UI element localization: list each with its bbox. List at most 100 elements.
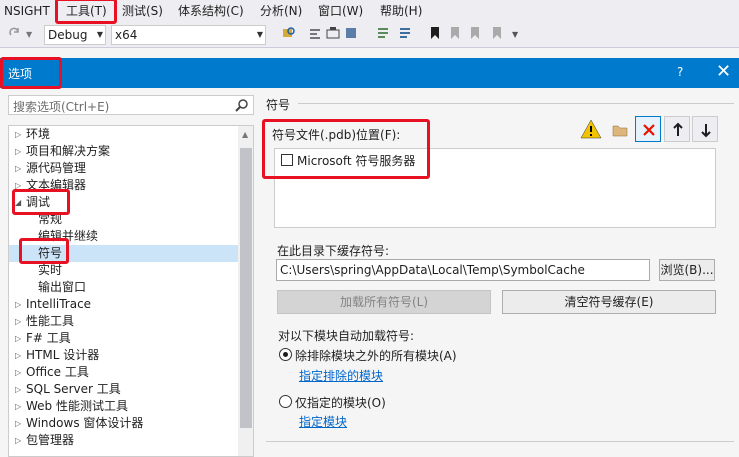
tree-item-just-in-time[interactable]: 实时 <box>9 262 239 279</box>
expand-arrow-icon[interactable]: ▷ <box>15 160 21 177</box>
menu-help[interactable]: 帮助(H) <box>380 3 422 19</box>
all-but-excluded-radio[interactable] <box>279 348 292 361</box>
expand-arrow-icon[interactable]: ▷ <box>15 330 21 347</box>
menu-analyze[interactable]: 分析(N) <box>260 3 302 19</box>
move-up-button[interactable] <box>664 116 690 142</box>
close-button[interactable]: ✕ <box>716 61 731 82</box>
align-icon[interactable] <box>308 26 322 40</box>
tree-item-label: IntelliTrace <box>26 297 92 311</box>
platform-value: x64 <box>115 28 138 42</box>
uncomment-icon[interactable] <box>398 26 412 40</box>
tree-item-office-tools[interactable]: ▷ Office 工具 <box>9 364 239 381</box>
annotation-box <box>262 119 430 179</box>
help-button[interactable]: ? <box>677 65 683 79</box>
tree-item-label: SQL Server 工具 <box>26 382 121 396</box>
next-bookmark-icon[interactable] <box>468 26 482 40</box>
comment-icon[interactable] <box>376 26 390 40</box>
only-specified-label: 仅指定的模块(O) <box>295 396 386 410</box>
move-down-button[interactable] <box>692 116 718 142</box>
tree-item-label: Web 性能测试工具 <box>26 399 128 413</box>
bookmark-icon[interactable] <box>428 26 442 40</box>
tree-item-label: 输出窗口 <box>38 280 87 294</box>
toolbar: ▼ Debug ▼ x64 ▼ ▼ <box>0 22 739 48</box>
tree-item-label: F# 工具 <box>26 331 71 345</box>
expand-arrow-icon[interactable]: ▷ <box>15 347 21 364</box>
tree-item-environment[interactable]: ▷ 环境 <box>9 126 239 143</box>
load-all-symbols-button[interactable]: 加载所有符号(L) <box>277 290 491 314</box>
expand-arrow-icon[interactable]: ▷ <box>15 415 21 432</box>
specify-modules-link[interactable]: 指定模块 <box>299 413 347 430</box>
tree-item-label: 实时 <box>38 263 63 277</box>
expand-arrow-icon[interactable]: ▷ <box>15 432 21 449</box>
tree-item-label: 项目和解决方案 <box>26 144 111 158</box>
menu-test[interactable]: 测试(S) <box>122 3 163 19</box>
annotation-box <box>0 57 62 89</box>
arrow-up-icon <box>673 122 683 136</box>
menu-architecture[interactable]: 体系结构(C) <box>178 3 244 19</box>
tree-item-label: Windows 窗体设计器 <box>26 416 144 430</box>
arrow-down-icon <box>701 124 711 138</box>
tree-item-output-window[interactable]: 输出窗口 <box>9 279 239 296</box>
tree-item-fsharp-tools[interactable]: ▷ F# 工具 <box>9 330 239 347</box>
new-folder-icon <box>612 125 628 137</box>
only-specified-radio[interactable] <box>279 395 292 408</box>
tree-item-label: Office 工具 <box>26 365 89 379</box>
tree-item-label: HTML 设计器 <box>26 348 100 362</box>
tree-item-source-control[interactable]: ▷ 源代码管理 <box>9 160 239 177</box>
tree-item-label: 包管理器 <box>26 433 75 447</box>
prev-bookmark-icon[interactable] <box>448 26 462 40</box>
region-icon[interactable] <box>326 26 340 40</box>
redo-icon[interactable] <box>8 26 22 40</box>
add-location-button[interactable] <box>606 116 632 142</box>
browse-button[interactable]: 浏览(B)... <box>659 259 715 281</box>
expand-arrow-icon[interactable]: ▷ <box>15 126 21 143</box>
dialog-title-bar: 选项 ? ✕ <box>0 58 739 88</box>
tree-item-label: 性能工具 <box>26 314 75 328</box>
cache-dir-label: 在此目录下缓存符号: <box>277 244 390 258</box>
auto-load-label: 对以下模块自动加载符号: <box>278 329 415 343</box>
all-but-excluded-label: 除排除模块之外的所有模块(A) <box>295 349 457 363</box>
clear-symbol-cache-button[interactable]: 清空符号缓存(E) <box>502 290 716 314</box>
tree-item-winforms-designer[interactable]: ▷ Windows 窗体设计器 <box>9 415 239 432</box>
tree-item-html-designer[interactable]: ▷ HTML 设计器 <box>9 347 239 364</box>
tree-item-performance-tools[interactable]: ▷ 性能工具 <box>9 313 239 330</box>
redo-dropdown-icon[interactable]: ▼ <box>26 30 32 39</box>
menu-window[interactable]: 窗口(W) <box>318 3 363 19</box>
tree-scrollbar[interactable]: ▲ <box>238 126 253 456</box>
config-combo[interactable]: Debug ▼ <box>44 25 106 45</box>
radio-selected-dot <box>283 352 288 357</box>
tree-item-projects[interactable]: ▷ 项目和解决方案 <box>9 143 239 160</box>
search-icon <box>235 99 248 112</box>
options-tree: ▷ 环境 ▷ 项目和解决方案 ▷ 源代码管理 ▷ 文本编辑器 ◢ 调试 常规 编辑并继续 … <box>8 125 254 457</box>
scroll-up-icon[interactable]: ▲ <box>242 130 248 139</box>
find-icon[interactable] <box>282 26 296 40</box>
tree-item-web-perf-tools[interactable]: ▷ Web 性能测试工具 <box>9 398 239 415</box>
section-title: 符号 <box>266 98 291 112</box>
platform-combo[interactable]: x64 ▼ <box>111 25 266 45</box>
remove-location-button[interactable] <box>635 116 661 142</box>
specify-excluded-link[interactable]: 指定排除的模块 <box>299 367 383 384</box>
tree-item-label: 环境 <box>26 127 51 141</box>
search-input[interactable]: 搜索选项(Ctrl+E) <box>8 95 254 115</box>
config-value: Debug <box>48 28 88 42</box>
expand-arrow-icon[interactable]: ▷ <box>15 313 21 330</box>
annotation-box <box>19 238 69 264</box>
expand-arrow-icon[interactable]: ▷ <box>15 364 21 381</box>
search-placeholder: 搜索选项(Ctrl+E) <box>13 100 110 114</box>
expand-arrow-icon[interactable]: ▷ <box>15 381 21 398</box>
menu-nsight[interactable]: NSIGHT <box>4 3 50 19</box>
tree-item-sql-server-tools[interactable]: ▷ SQL Server 工具 <box>9 381 239 398</box>
expand-arrow-icon[interactable]: ▷ <box>15 296 21 313</box>
expand-arrow-icon[interactable]: ▷ <box>15 143 21 160</box>
clear-bookmarks-icon[interactable] <box>490 26 504 40</box>
tree-item-intellitrace[interactable]: ▷ IntelliTrace <box>9 296 239 313</box>
expand-arrow-icon[interactable]: ▷ <box>15 398 21 415</box>
bookmark-list-icon[interactable] <box>344 26 358 40</box>
bottom-divider <box>266 441 734 442</box>
cache-path-field[interactable]: C:\Users\spring\AppData\Local\Temp\Symbo… <box>276 259 650 281</box>
tree-item-package-manager[interactable]: ▷ 包管理器 <box>9 432 239 449</box>
toolbar-overflow-icon[interactable]: ▼ <box>512 30 518 39</box>
annotation-box <box>55 0 117 24</box>
scroll-thumb[interactable] <box>240 148 252 428</box>
warning-icon <box>580 119 602 139</box>
